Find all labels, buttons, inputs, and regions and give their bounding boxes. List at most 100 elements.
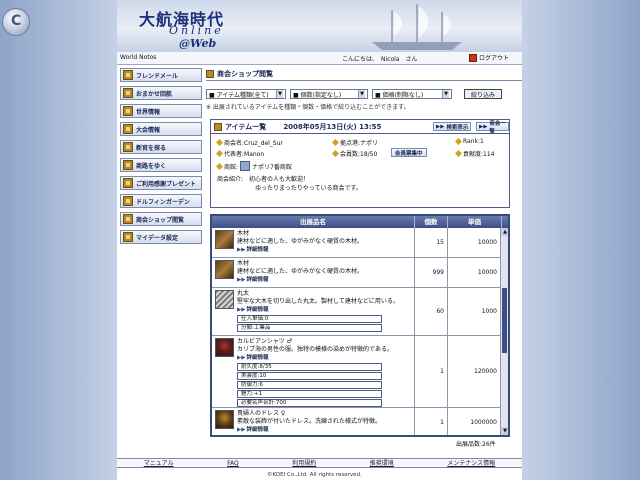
item-cell: 木材 建材などに適した、ゆがみがなく硬質の木材。 ▶▶ 詳細情報 [212, 258, 415, 287]
table-row: 木材 建材などに適した、ゆがみがなく硬質の木材。 ▶▶ 詳細情報 15 10000 [212, 228, 500, 258]
nav-item-my-data[interactable]: マイデータ設定 [120, 230, 202, 244]
col-header-name[interactable]: 出展品名 [212, 216, 415, 228]
item-total: 出展品数:26件 [456, 441, 496, 448]
nav-item-friend-mail[interactable]: フレンドメール [120, 68, 202, 82]
item-price: 10000 [477, 239, 497, 246]
detail-button[interactable]: ▶▶ 詳細情報 [237, 354, 393, 362]
col-header-count[interactable]: 個数 [415, 216, 448, 228]
wood-item-icon [215, 260, 234, 279]
member-focus-button[interactable]: 会員票集中 [391, 148, 427, 157]
detail-button[interactable]: ▶▶ 詳細情報 [237, 276, 363, 284]
nav-item-label: ご利用感謝プレゼント [136, 180, 197, 188]
shop-location-text: ナポリ7番商館 [252, 163, 292, 171]
item-count: 1 [415, 336, 448, 407]
item-name: カルビアンシャツ ♂ [237, 338, 293, 345]
nav-item-present[interactable]: ご利用感謝プレゼント [120, 176, 202, 190]
nav-item-trade-route[interactable]: 商路をゆく [120, 158, 202, 172]
shop-list-button[interactable]: ▶▶ 商会一覧 [476, 121, 509, 135]
item-count: 60 [415, 288, 448, 335]
table-scrollbar[interactable]: ▲ ▼ [500, 228, 508, 435]
section-title: 商会ショップ閲覧 [217, 69, 273, 78]
detail-label: 詳細情報 [246, 247, 269, 253]
dropdown-arrow-icon: ▼ [276, 90, 283, 98]
detail-button[interactable]: ▶▶ 詳細情報 [237, 426, 381, 434]
item-price: 1000000 [470, 419, 497, 426]
scroll-down-icon[interactable]: ▼ [501, 427, 508, 435]
scroll-thumb[interactable] [502, 288, 507, 353]
bullet-icon [215, 162, 224, 170]
item-main: 丸太 堅牢な大木を切り出した丸太。製材して建材などに用いる。 ▶▶ 詳細情報 [215, 290, 411, 314]
item-type-value: ■ アイテム種類(全て) [209, 91, 269, 99]
price-select[interactable]: ■ 価格(制限なし) ▼ [372, 89, 452, 99]
item-attr: 分類:工業品 [237, 324, 382, 332]
item-attr: 実装度:10 [237, 372, 382, 380]
nav-item-icon [123, 106, 133, 116]
scroll-up-icon[interactable]: ▲ [501, 228, 508, 236]
item-text: 木材 建材などに適した、ゆがみがなく硬質の木材。 ▶▶ 詳細情報 [237, 260, 363, 285]
item-desc: 建材などに適した、ゆがみがなく硬質の木材。 [237, 268, 364, 275]
nav-item-icon [123, 178, 133, 188]
panel-datetime: 2008年05月13日(火) 13:55 [283, 122, 382, 131]
footer-link-env[interactable]: 推奨環境 [370, 459, 394, 467]
nav-item-label: 新官を探る [136, 144, 167, 152]
footer-link-maintenance[interactable]: メンテナンス情報 [447, 459, 495, 467]
double-arrow-icon: ▶▶ [237, 277, 246, 283]
table-rows: 木材 建材などに適した、ゆがみがなく硬質の木材。 ▶▶ 詳細情報 15 10000 [212, 228, 500, 435]
nav-item-world-info[interactable]: 世界情報 [120, 104, 202, 118]
filter-note: ※ 出展されているアイテムを種類・個数・価格で絞り込むことができます。 [206, 104, 410, 111]
col-header-price[interactable]: 単価 [448, 216, 502, 228]
item-name: 木材 [237, 230, 250, 237]
nav-item-auto-voyage[interactable]: おまかせ回航 [120, 86, 202, 100]
item-main: カルビアンシャツ ♂ カリブ海の男性の服。独特の模様の染めが特徴的である。 ▶▶… [215, 338, 411, 362]
double-arrow-icon: ▶▶ [237, 247, 246, 253]
world-name: World Notos [120, 54, 157, 61]
footer-link-faq[interactable]: FAQ [227, 459, 239, 467]
shop-building-icon [240, 161, 251, 171]
nav-item-label: 商会ショップ閲覧 [136, 216, 185, 224]
nav-item-tournament-info[interactable]: 大会情報 [120, 122, 202, 136]
item-cell: 木材 建材などに適した、ゆがみがなく硬質の木材。 ▶▶ 詳細情報 [212, 228, 415, 257]
dropdown-arrow-icon: ▼ [442, 90, 449, 98]
count-select[interactable]: ■ 個数(指定なし) ▼ [290, 89, 368, 99]
detail-label: 詳細情報 [246, 307, 269, 313]
nav-item-shop-browse[interactable]: 商会ショップ閲覧 [120, 212, 202, 226]
shop-intro: 商会紹介: 初心者の人も大歓迎！ [217, 174, 309, 183]
detail-button[interactable]: ▶▶ 詳細情報 [237, 246, 363, 254]
logout-link[interactable]: ログアウト [469, 53, 509, 62]
nav-item-icon [123, 70, 133, 80]
nav-item-dolphin-garden[interactable]: ドルフィンガーデン [120, 194, 202, 208]
nav-item-icon [123, 232, 133, 242]
bullet-icon [331, 138, 340, 147]
nav-item-icon [123, 124, 133, 134]
item-attr: 必要名声合計:700 [237, 399, 382, 407]
item-attr: 魅力:+1 [237, 390, 382, 398]
nav-item-label: 商路をゆく [136, 162, 167, 170]
filter-submit-button[interactable]: 絞り込み [464, 89, 503, 99]
shop-intro-cont: ゆったりまったりやっている商会です。 [255, 183, 362, 192]
section-header: 商会ショップ閲覧 [206, 67, 522, 81]
item-cell: カルビアンシャツ ♂ カリブ海の男性の服。独特の模様の染めが特徴的である。 ▶▶… [212, 336, 415, 407]
shop-base-port: 拠点港:ナポリ [331, 138, 379, 147]
header-banner: 大航海時代 Online @Web [117, 0, 522, 52]
search-view-button[interactable]: ▶▶ 検索表示 [433, 122, 472, 131]
nav-item-label: フレンドメール [136, 72, 179, 80]
detail-button[interactable]: ▶▶ 詳細情報 [237, 306, 399, 314]
shop-location: 商館: ナポリ7番商館 [215, 161, 292, 171]
shop-info-panel: アイテム一覧 2008年05月13日(火) 13:55 ▶▶ 検索表示 ▶▶ 商… [210, 119, 510, 208]
item-cell: 貴婦人のドレス ♀ 素敵な装飾が付いたドレス。洗練された様式が特徴。 ▶▶ 詳細情… [212, 408, 415, 435]
nav-item-search[interactable]: 新官を探る [120, 140, 202, 154]
item-price: 10000 [477, 269, 497, 276]
shop-base-text: 拠点港:ナポリ [340, 140, 379, 147]
shop-location-label: 商館: [224, 163, 239, 171]
item-name: 木材 [237, 260, 250, 267]
double-arrow-icon: ▶▶ [237, 427, 246, 433]
table-row: 貴婦人のドレス ♀ 素敵な装飾が付いたドレス。洗練された様式が特徴。 ▶▶ 詳細情… [212, 408, 500, 435]
shop-name-text: 商会名:Cruz_del_Sur [224, 140, 283, 147]
item-attr: 仕入単価:0 [237, 315, 382, 323]
shop-rank-text: Rank:1 [463, 138, 484, 145]
shop-name: 商会名:Cruz_del_Sur [215, 138, 283, 147]
footer-link-terms[interactable]: 利用規約 [292, 459, 316, 467]
footer-link-manual[interactable]: マニュアル [144, 459, 174, 467]
item-type-select[interactable]: ■ アイテム種類(全て) ▼ [206, 89, 286, 99]
nav-item-icon [123, 196, 133, 206]
